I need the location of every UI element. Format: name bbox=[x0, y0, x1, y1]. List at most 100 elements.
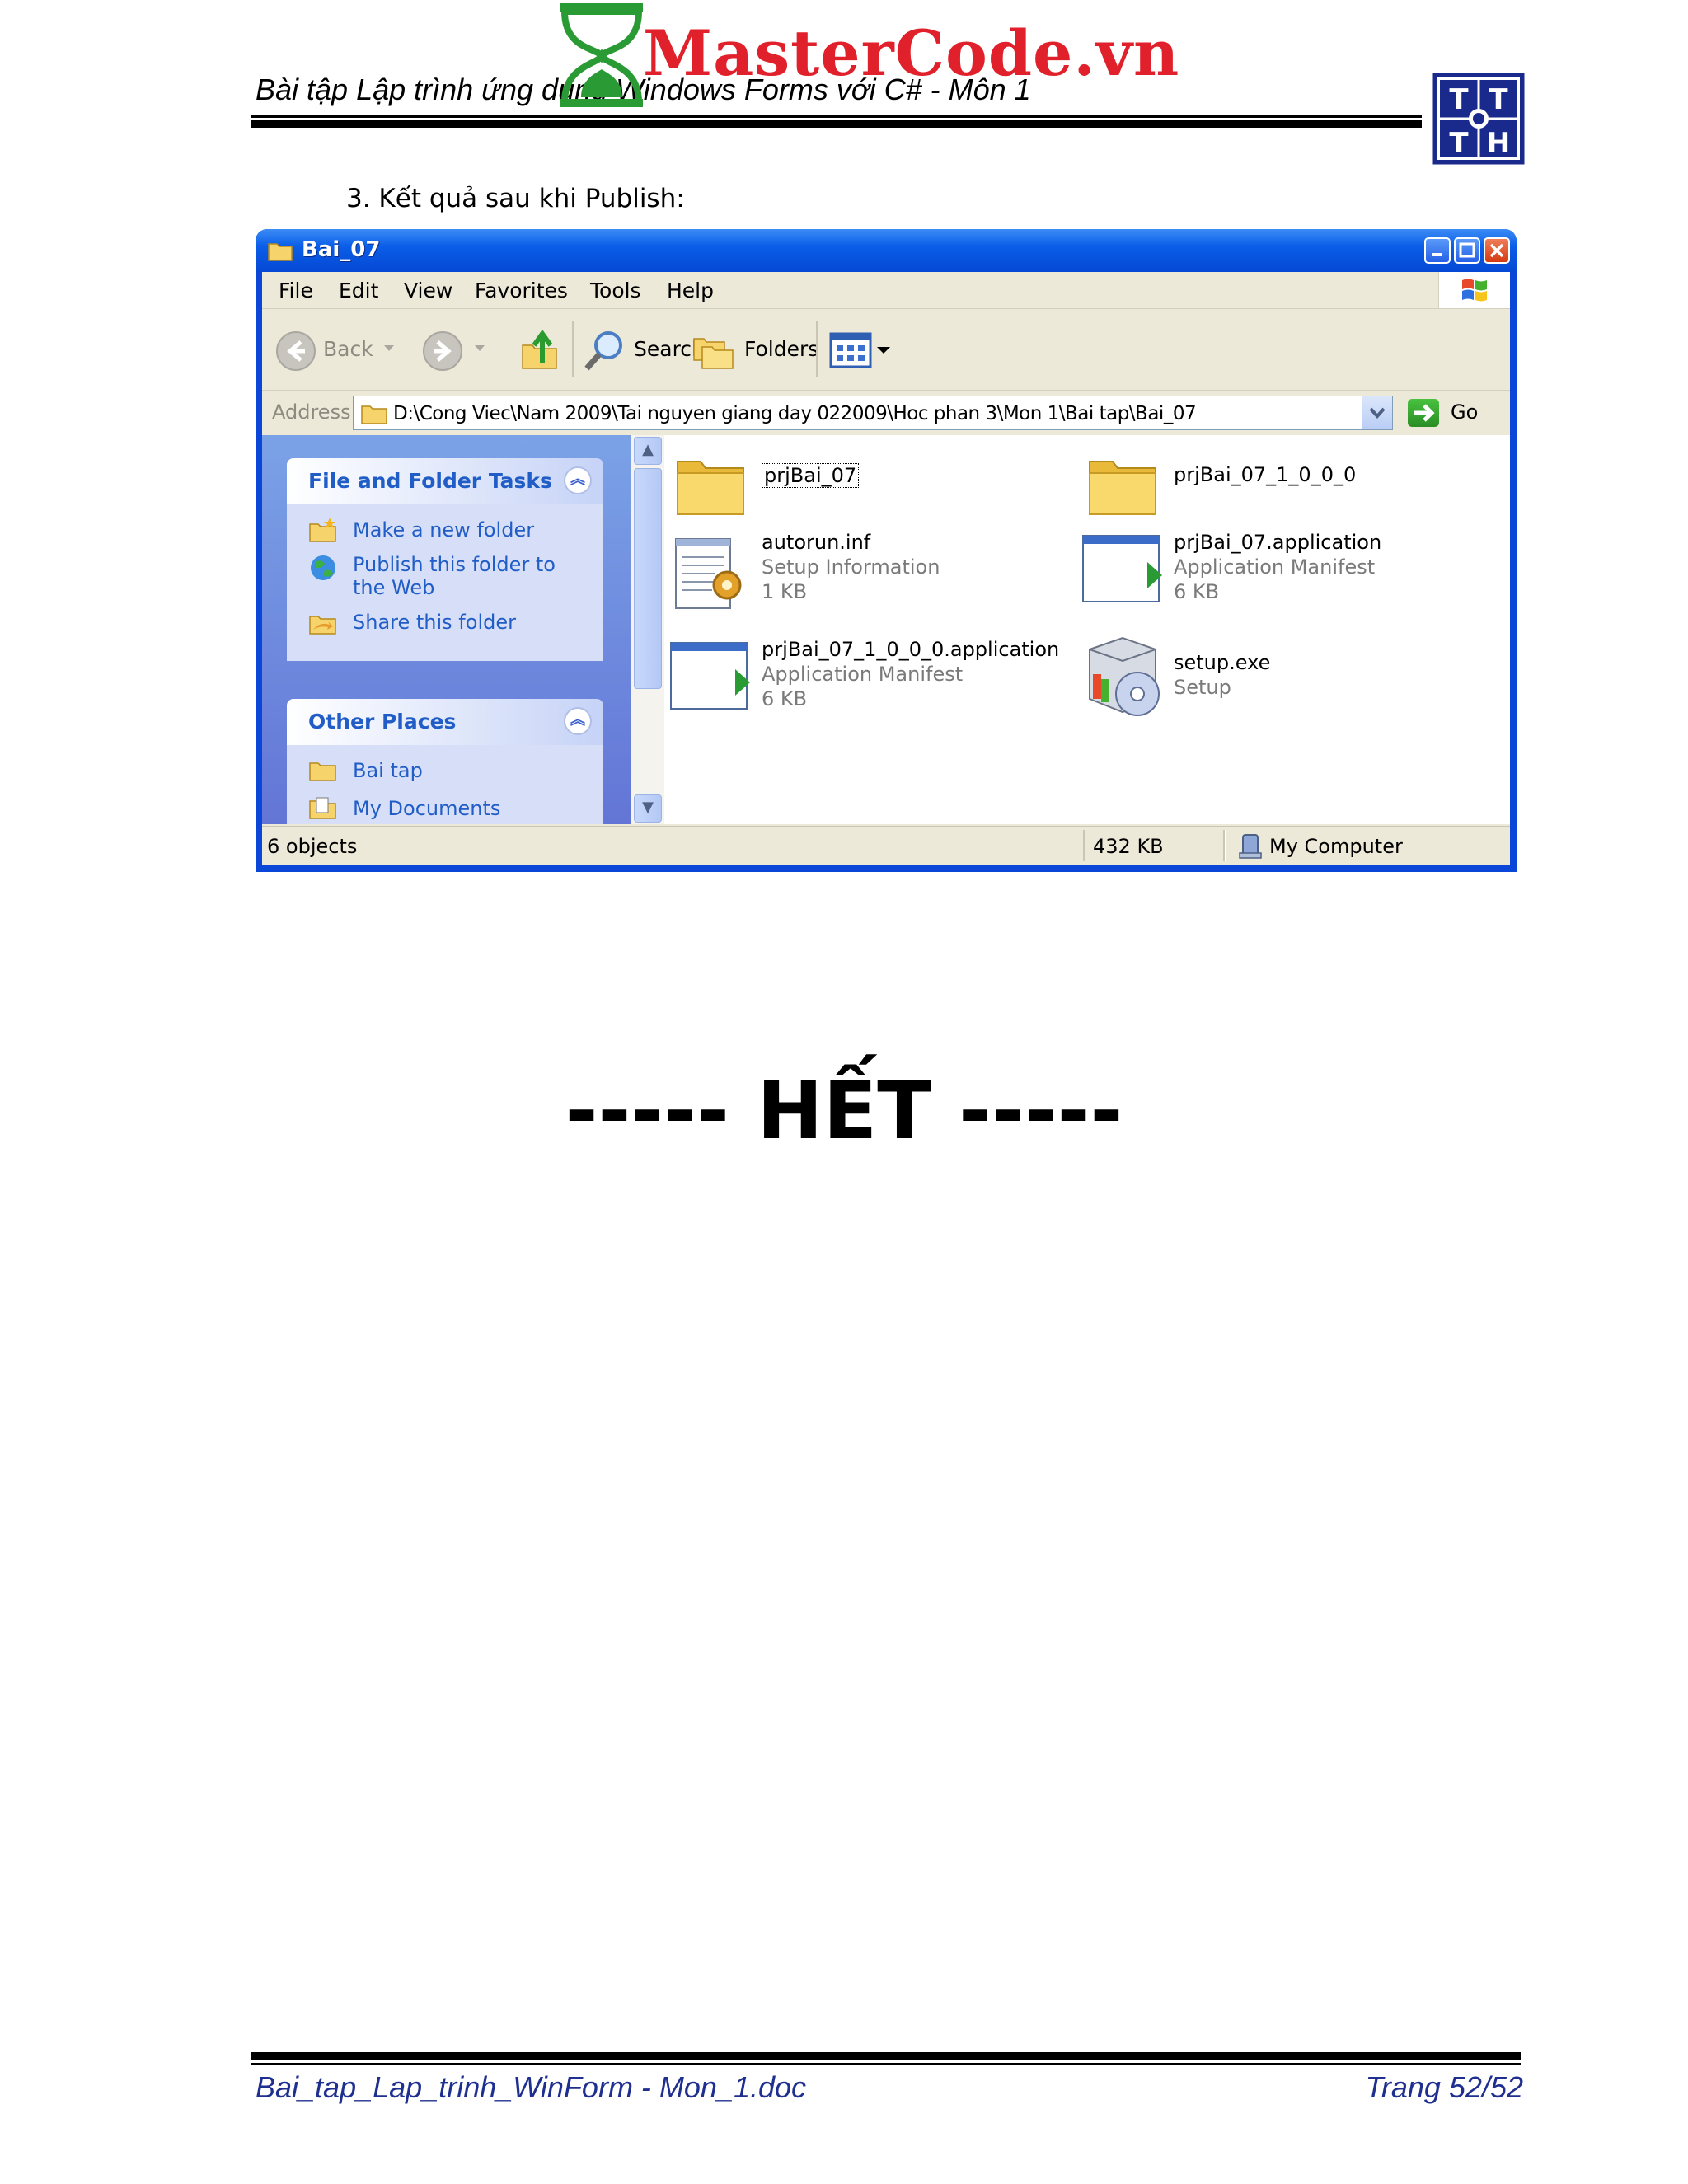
collapse-icon[interactable]: ︽ bbox=[564, 466, 592, 494]
file-type: Setup Information bbox=[762, 555, 940, 579]
place-bai-tap[interactable]: Bai tap bbox=[353, 758, 423, 783]
other-places-panel: Other Places ︽ Bai tap My Documents bbox=[287, 699, 603, 824]
file-name[interactable]: setup.exe bbox=[1174, 651, 1270, 674]
file-item[interactable] bbox=[669, 532, 752, 618]
back-button-label[interactable]: Back bbox=[323, 337, 373, 361]
footer-filename: Bai_tap_Lap_trinh_WinForm - Mon_1.doc bbox=[256, 2070, 807, 2104]
menu-help[interactable]: Help bbox=[667, 279, 714, 302]
header-rule bbox=[251, 115, 1422, 118]
go-arrow-icon[interactable] bbox=[1408, 399, 1439, 427]
my-documents-icon bbox=[309, 797, 336, 819]
badge-letter: T bbox=[1449, 83, 1469, 116]
vertical-scrollbar[interactable]: ▲ ▼ bbox=[631, 435, 664, 824]
folder-icon bbox=[1089, 461, 1156, 515]
window-titlebar[interactable]: Bai_07 bbox=[256, 229, 1517, 272]
footer-page-number: Trang 52/52 bbox=[1365, 2070, 1523, 2104]
minimize-icon bbox=[1432, 253, 1442, 256]
file-view: prjBai_07 prjBai_07_1_0_0_0 autorun.inf … bbox=[664, 435, 1510, 824]
end-marker: ----- HẾT ----- bbox=[565, 1065, 1123, 1157]
menu-tools[interactable]: Tools bbox=[590, 279, 641, 302]
address-input[interactable]: D:\Cong Viec\Nam 2009\Tai nguyen giang d… bbox=[353, 396, 1393, 430]
panel-title: File and Folder Tasks bbox=[308, 469, 552, 493]
task-publish-folder[interactable]: Publish this folder to bbox=[353, 552, 556, 577]
search-icon[interactable] bbox=[582, 327, 628, 373]
file-size: 6 KB bbox=[1174, 580, 1220, 603]
badge-letter: T bbox=[1489, 83, 1508, 116]
go-button-label[interactable]: Go bbox=[1451, 401, 1478, 424]
file-item[interactable] bbox=[1085, 447, 1160, 523]
toolbar-separator bbox=[816, 321, 818, 377]
file-item[interactable] bbox=[1081, 633, 1167, 725]
file-folder-tasks-panel: File and Folder Tasks ︽ Make a new folde… bbox=[287, 458, 603, 661]
status-object-count: 6 objects bbox=[267, 835, 358, 858]
chevron-down-icon bbox=[1369, 407, 1386, 419]
logo-text: MasterCode.vn bbox=[643, 16, 1180, 90]
file-name[interactable]: prjBai_07_1_0_0_0.application bbox=[762, 638, 1059, 661]
place-my-documents[interactable]: My Documents bbox=[353, 796, 500, 821]
status-separator bbox=[1223, 830, 1226, 861]
setup-exe-icon bbox=[1089, 636, 1160, 716]
back-arrow-icon[interactable] bbox=[275, 330, 316, 372]
status-size: 432 KB bbox=[1093, 835, 1164, 858]
task-publish-folder-cont[interactable]: the Web bbox=[353, 575, 434, 600]
chevron-down-icon[interactable] bbox=[473, 344, 486, 354]
chevron-down-icon[interactable] bbox=[382, 344, 396, 354]
maximize-button[interactable] bbox=[1454, 237, 1480, 264]
panel-title: Other Places bbox=[308, 710, 457, 733]
task-share-folder[interactable]: Share this folder bbox=[353, 610, 516, 635]
panel-body: Make a new folder Publish this folder to… bbox=[287, 504, 603, 661]
file-name[interactable]: prjBai_07_1_0_0_0 bbox=[1174, 463, 1356, 486]
badge-letter: T bbox=[1449, 127, 1469, 160]
file-item[interactable] bbox=[1080, 532, 1165, 612]
scroll-up-button[interactable]: ▲ bbox=[634, 437, 662, 465]
close-icon bbox=[1489, 243, 1504, 258]
folders-icon[interactable] bbox=[691, 327, 737, 373]
file-item[interactable] bbox=[673, 447, 748, 523]
status-bar: 6 objects 432 KB My Computer bbox=[262, 826, 1510, 865]
footer-rule bbox=[251, 2063, 1521, 2065]
views-icon[interactable] bbox=[829, 332, 892, 368]
scroll-thumb[interactable] bbox=[634, 468, 662, 689]
manifest-icon bbox=[1082, 535, 1162, 602]
file-item[interactable] bbox=[668, 640, 753, 719]
task-pane: File and Folder Tasks ︽ Make a new folde… bbox=[262, 435, 631, 824]
menu-file[interactable]: File bbox=[279, 279, 313, 302]
file-size: 1 KB bbox=[762, 580, 808, 603]
file-name[interactable]: autorun.inf bbox=[762, 531, 870, 554]
panel-header[interactable]: Other Places ︽ bbox=[287, 699, 603, 745]
task-make-new-folder[interactable]: Make a new folder bbox=[353, 518, 534, 542]
folder-icon bbox=[361, 405, 387, 424]
folders-button-label[interactable]: Folders bbox=[744, 337, 818, 361]
forward-arrow-icon[interactable] bbox=[422, 330, 463, 372]
toolbar-separator bbox=[572, 321, 574, 377]
file-name[interactable]: prjBai_07.application bbox=[1174, 531, 1381, 554]
maximize-icon bbox=[1459, 242, 1475, 258]
explorer-window: Bai_07 File Edit View Favorites Tools He… bbox=[256, 229, 1517, 872]
status-zone: My Computer bbox=[1269, 835, 1403, 858]
windows-logo bbox=[1438, 272, 1510, 308]
menu-bar: File Edit View Favorites Tools Help bbox=[262, 272, 1510, 309]
menu-edit[interactable]: Edit bbox=[339, 279, 378, 302]
menu-view[interactable]: View bbox=[404, 279, 452, 302]
folder-up-icon[interactable] bbox=[519, 327, 560, 373]
panel-body: Bai tap My Documents bbox=[287, 745, 603, 824]
file-size: 6 KB bbox=[762, 687, 808, 710]
manifest-icon bbox=[670, 642, 750, 710]
window-title: Bai_07 bbox=[302, 237, 381, 262]
scroll-down-button[interactable]: ▼ bbox=[634, 794, 662, 823]
header-rule-thick bbox=[251, 120, 1422, 128]
folder-icon bbox=[309, 762, 336, 781]
minimize-button[interactable] bbox=[1424, 237, 1451, 264]
file-name[interactable]: prjBai_07 bbox=[762, 463, 860, 488]
collapse-icon[interactable]: ︽ bbox=[564, 707, 592, 735]
menu-favorites[interactable]: Favorites bbox=[475, 279, 568, 302]
close-button[interactable] bbox=[1484, 237, 1510, 264]
share-folder-icon bbox=[309, 616, 336, 635]
folder-icon bbox=[677, 461, 744, 515]
footer-rule-thick bbox=[251, 2052, 1521, 2060]
address-dropdown[interactable] bbox=[1362, 396, 1392, 429]
panel-header[interactable]: File and Folder Tasks ︽ bbox=[287, 458, 603, 504]
window-client: File Edit View Favorites Tools Help Back bbox=[262, 272, 1510, 865]
file-type: Setup bbox=[1174, 676, 1231, 699]
file-type: Application Manifest bbox=[762, 663, 964, 686]
